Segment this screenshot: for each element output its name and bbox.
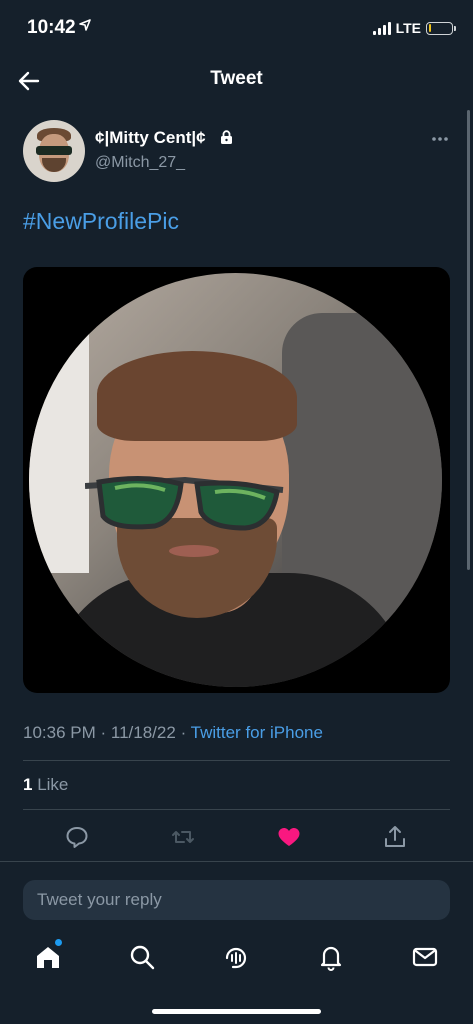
spaces-icon[interactable] [221,942,251,972]
tweet-time: 10:36 PM [23,723,96,742]
tweet-author: ¢|Mitty Cent|¢ @Mitch_27_ [23,120,453,184]
divider [23,809,450,810]
user-handle[interactable]: @Mitch_27_ [95,154,185,172]
status-time: 10:42 [27,17,76,38]
network-type: LTE [395,20,421,36]
home-icon[interactable] [33,942,63,972]
bottom-tab-bar [0,930,473,990]
tweet-text-hashtag[interactable]: #NewProfilePic [23,208,179,235]
location-arrow-icon [79,19,91,31]
profile-photo-image [29,273,442,687]
search-icon[interactable] [127,942,157,972]
tweet-source-link[interactable]: Twitter for iPhone [191,723,323,742]
notification-dot [55,939,62,946]
meta-separator: · [180,723,187,742]
battery-icon [426,21,456,35]
tweet-date: 11/18/22 [110,723,176,742]
share-icon[interactable] [382,824,408,850]
reply-input[interactable]: Tweet your reply [23,880,450,920]
retweet-icon[interactable] [170,824,196,850]
likes-label: Like [37,775,69,794]
display-name[interactable]: ¢|Mitty Cent|¢ [95,128,206,148]
more-options-icon[interactable] [431,136,449,142]
nav-bar: Tweet [0,56,473,106]
status-indicators: LTE [372,20,456,36]
notifications-icon[interactable] [316,942,346,972]
avatar[interactable] [23,120,85,182]
tweet-actions [23,818,450,854]
home-indicator[interactable] [152,1009,321,1014]
meta-separator: · [100,723,107,742]
cellular-signal-icon [372,21,391,35]
tweet-media[interactable] [23,267,450,693]
divider [0,861,473,862]
scrollbar[interactable] [467,110,470,570]
page-title: Tweet [210,68,263,89]
likes-count: 1 [23,775,33,794]
messages-icon[interactable] [410,942,440,972]
status-bar: 10:42 LTE [0,0,473,56]
lock-icon [221,130,232,144]
tweet-timestamp: 10:36 PM · 11/18/22 · Twitter for iPhone [23,723,323,743]
likes-summary[interactable]: 1 Like [23,775,68,795]
reply-icon[interactable] [64,824,90,850]
divider [23,760,450,761]
heart-icon[interactable] [276,824,302,850]
